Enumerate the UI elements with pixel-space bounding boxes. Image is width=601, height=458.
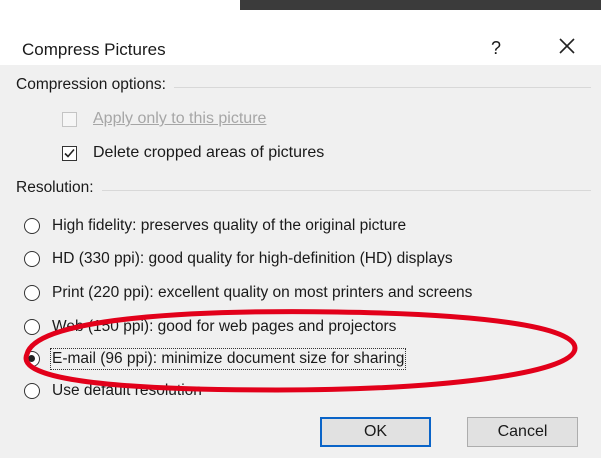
ok-button[interactable]: OK	[320, 417, 431, 447]
resolution-group: Resolution:	[16, 179, 601, 201]
dialog-titlebar: Compress Pictures ?	[0, 10, 601, 65]
delete-cropped-label: Delete cropped areas of pictures	[93, 144, 325, 161]
radio-label: Use default resolution	[52, 382, 202, 399]
help-button[interactable]: ?	[484, 35, 508, 61]
radio-print[interactable]: Print (220 ppi): excellent quality on mo…	[24, 281, 472, 305]
apply-only-label-text: Apply only to this picture	[93, 110, 267, 127]
radio-button[interactable]	[24, 351, 40, 367]
resolution-label: Resolution:	[16, 179, 102, 197]
radio-button[interactable]	[24, 251, 40, 267]
radio-default[interactable]: Use default resolution	[24, 379, 202, 403]
radio-button[interactable]	[24, 319, 40, 335]
radio-button[interactable]	[24, 383, 40, 399]
radio-label: HD (330 ppi): good quality for high-defi…	[52, 250, 453, 267]
apply-only-checkbox-row[interactable]: Apply only to this picture	[62, 107, 266, 131]
compression-options-group: Compression options:	[16, 76, 601, 98]
background-window-strip	[0, 0, 601, 10]
background-window-titlebar	[240, 0, 601, 10]
apply-only-label: Apply only to this picture	[93, 110, 266, 128]
radio-high-fidelity[interactable]: High fidelity: preserves quality of the …	[24, 214, 406, 238]
delete-cropped-checkbox[interactable]	[62, 145, 77, 161]
checkmark-icon	[64, 148, 75, 158]
radio-button[interactable]	[24, 218, 40, 234]
radio-web[interactable]: Web (150 ppi): good for web pages and pr…	[24, 315, 396, 339]
radio-button[interactable]	[24, 285, 40, 301]
delete-cropped-checkbox-row[interactable]: Delete cropped areas of pictures	[62, 141, 324, 165]
radio-hd[interactable]: HD (330 ppi): good quality for high-defi…	[24, 247, 453, 271]
radio-label: Web (150 ppi): good for web pages and pr…	[52, 318, 397, 335]
cancel-button[interactable]: Cancel	[467, 417, 578, 447]
dialog-title: Compress Pictures	[22, 40, 166, 59]
radio-label: E-mail (96 ppi): minimize document size …	[49, 348, 407, 370]
group-divider	[16, 190, 591, 191]
dialog-body: Compression options: Apply only to this …	[0, 65, 601, 458]
close-icon	[559, 38, 575, 54]
radio-label: Print (220 ppi): excellent quality on mo…	[52, 284, 473, 301]
radio-label: High fidelity: preserves quality of the …	[52, 217, 407, 234]
close-button[interactable]	[552, 31, 582, 61]
radio-email[interactable]: E-mail (96 ppi): minimize document size …	[24, 347, 407, 371]
compression-options-label: Compression options:	[16, 76, 174, 94]
apply-only-checkbox[interactable]	[62, 111, 77, 127]
radio-selected-dot	[28, 355, 35, 362]
